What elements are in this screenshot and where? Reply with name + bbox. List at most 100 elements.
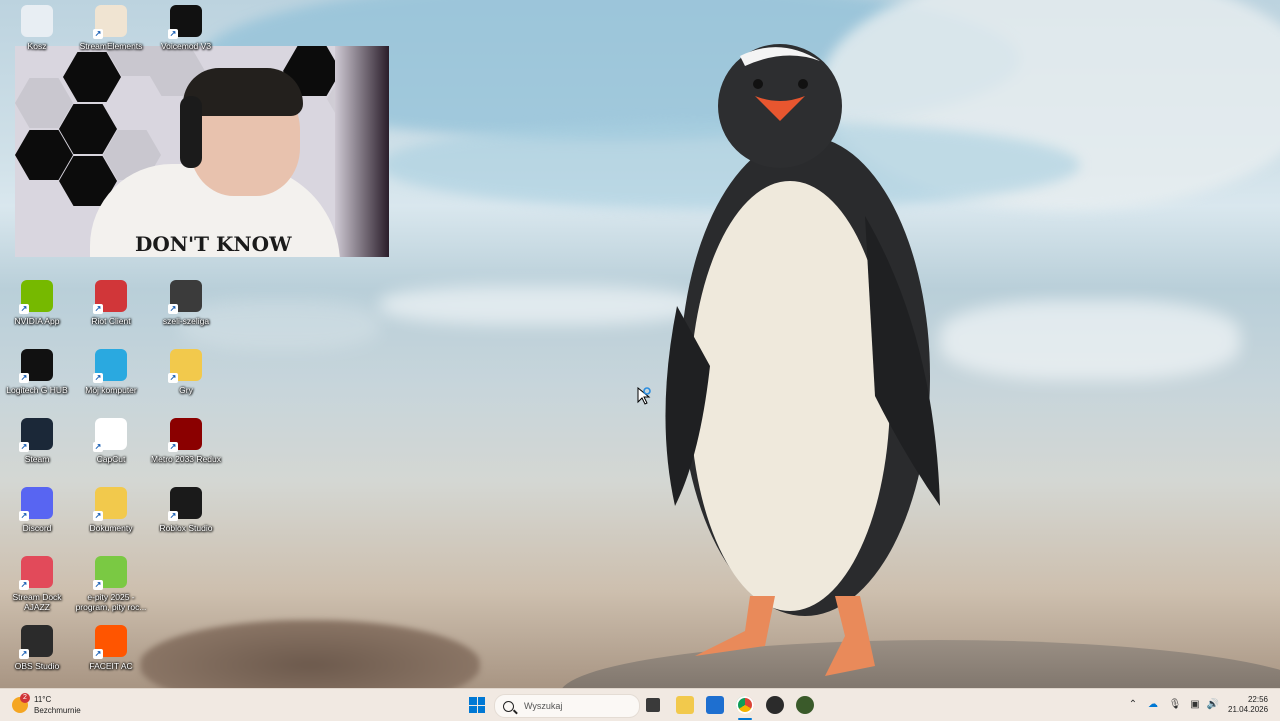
desktop-icon-streamelements[interactable]: ↗ StreamElements bbox=[74, 5, 148, 51]
shirt-text: DON'T KNOW bbox=[135, 232, 292, 256]
desktop-icon-label: szeli-szeliga bbox=[162, 316, 210, 326]
clock-time: 22:56 bbox=[1247, 695, 1268, 704]
headphones-icon bbox=[180, 96, 202, 168]
volume-icon[interactable]: 🔊 bbox=[1206, 698, 1220, 712]
streamelements-icon: ↗ bbox=[93, 5, 127, 39]
desktop-icon-label: Kosz bbox=[27, 41, 47, 51]
desktop-icon-label: Logitech G HUB bbox=[6, 385, 68, 395]
desktop-icon-roblox-studio[interactable]: ↗ Roblox Studio bbox=[149, 487, 223, 533]
roblox-studio-icon: ↗ bbox=[168, 487, 202, 521]
weather-temperature: 11°C bbox=[34, 695, 52, 704]
desktop-icon-label: NVIDIA App bbox=[14, 316, 60, 326]
wave-foam bbox=[940, 300, 1240, 380]
desktop-icon-label: Mój komputer bbox=[85, 385, 137, 395]
webcam-overlay: DON'T KNOW bbox=[15, 46, 389, 257]
search-placeholder: Wyszukaj bbox=[524, 701, 563, 711]
desktop-icon-metro[interactable]: ↗ Metro 2033 Redux bbox=[149, 418, 223, 464]
search-box[interactable]: Wyszukaj bbox=[494, 694, 640, 718]
weather-description: Bezchmurnie bbox=[34, 706, 81, 715]
obs-taskbar-icon[interactable] bbox=[766, 696, 784, 714]
metro-icon: ↗ bbox=[168, 418, 202, 452]
capcut-icon: ↗ bbox=[93, 418, 127, 452]
mouse-cursor-icon bbox=[637, 387, 651, 405]
shortcut-arrow-icon: ↗ bbox=[168, 29, 178, 39]
desktop-icon-label: Riot Client bbox=[91, 316, 131, 326]
riot-client-icon: ↗ bbox=[93, 280, 127, 314]
shortcut-arrow-icon: ↗ bbox=[93, 511, 103, 521]
computer-icon: ↗ bbox=[93, 349, 127, 383]
desktop-icon-steam[interactable]: ↗ Steam bbox=[0, 418, 74, 464]
stream-dock-icon: ↗ bbox=[19, 556, 53, 590]
desktop-icon-label: Voicemod V3 bbox=[160, 41, 212, 51]
file-explorer-icon[interactable] bbox=[676, 696, 694, 714]
desktop-icon-discord[interactable]: ↗ Discord bbox=[0, 487, 74, 533]
shortcut-arrow-icon: ↗ bbox=[93, 580, 103, 590]
task-view-icon[interactable] bbox=[646, 698, 660, 712]
wave-foam bbox=[380, 285, 700, 325]
shortcut-arrow-icon: ↗ bbox=[168, 511, 178, 521]
desktop-icon-label: Steam bbox=[24, 454, 50, 464]
shortcut-arrow-icon: ↗ bbox=[19, 649, 29, 659]
nvidia-icon: ↗ bbox=[19, 280, 53, 314]
voicemod-icon: ↗ bbox=[168, 5, 202, 39]
desktop-icon-recycle-bin[interactable]: Kosz bbox=[0, 5, 74, 51]
desktop-icon-label: StreamElements bbox=[79, 41, 143, 51]
shortcut-arrow-icon: ↗ bbox=[168, 373, 178, 383]
shortcut-arrow-icon: ↗ bbox=[93, 649, 103, 659]
notification-badge: 2 bbox=[20, 693, 30, 703]
shortcut-arrow-icon: ↗ bbox=[93, 442, 103, 452]
desktop-icon-logitech-g[interactable]: ↗ Logitech G HUB bbox=[0, 349, 74, 395]
rock-left bbox=[140, 620, 480, 688]
search-icon bbox=[503, 700, 514, 712]
taskbar: 2 11°C Bezchmurnie Wyszukaj ⌃ ☁ 🎙 ▣ 🔊 22… bbox=[0, 688, 1280, 721]
desktop-icon-riot-client[interactable]: ↗ Riot Client bbox=[74, 280, 148, 326]
shortcut-arrow-icon: ↗ bbox=[19, 442, 29, 452]
epity-icon: ↗ bbox=[93, 556, 127, 590]
discord-icon: ↗ bbox=[19, 487, 53, 521]
desktop-icon-label: Discord bbox=[22, 523, 52, 533]
desktop-icon-computer[interactable]: ↗ Mój komputer bbox=[74, 349, 148, 395]
desktop-icon-folder[interactable]: ↗ Gry bbox=[149, 349, 223, 395]
desktop-wallpaper: DON'T KNOW Kosz ↗ StreamElements ↗ Voicemod … bbox=[0, 0, 1280, 688]
start-button[interactable] bbox=[469, 697, 485, 713]
recycle-bin-icon bbox=[21, 5, 53, 37]
desktop-icon-obs[interactable]: ↗ OBS Studio bbox=[0, 625, 74, 671]
desktop-icon-voicemod[interactable]: ↗ Voicemod V3 bbox=[149, 5, 223, 51]
desktop-icon-capcut[interactable]: ↗ CapCut bbox=[74, 418, 148, 464]
app-taskbar-icon[interactable] bbox=[796, 696, 814, 714]
desktop-icon-documents-folder[interactable]: ↗ Dokumenty bbox=[74, 487, 148, 533]
chrome-icon[interactable] bbox=[736, 696, 754, 714]
desktop-icon-label: Gry bbox=[179, 385, 193, 395]
documents-folder-icon: ↗ bbox=[93, 487, 127, 521]
onedrive-icon[interactable]: ☁ bbox=[1146, 698, 1160, 712]
shortcut-arrow-icon: ↗ bbox=[168, 442, 178, 452]
desktop-icon-nvidia[interactable]: ↗ NVIDIA App bbox=[0, 280, 74, 326]
weather-widget[interactable]: 2 11°C Bezchmurnie bbox=[12, 693, 81, 717]
clock[interactable]: 22:56 21.04.2026 bbox=[1228, 695, 1268, 715]
shortcut-arrow-icon: ↗ bbox=[93, 304, 103, 314]
shortcut-arrow-icon: ↗ bbox=[168, 304, 178, 314]
desktop-icon-label: e-pity 2025 - program, pity roc... bbox=[75, 592, 147, 612]
desktop-icon-label: OBS Studio bbox=[14, 661, 60, 671]
faceit-icon: ↗ bbox=[93, 625, 127, 659]
shortcut-arrow-icon: ↗ bbox=[19, 304, 29, 314]
weather-sun-icon: 2 bbox=[12, 693, 30, 713]
windows-logo-icon bbox=[469, 697, 477, 705]
shortcut-arrow-icon: ↗ bbox=[19, 580, 29, 590]
chevron-up-icon[interactable]: ⌃ bbox=[1126, 698, 1140, 712]
obs-icon: ↗ bbox=[19, 625, 53, 659]
desktop-icon-label: Stream Dock AJAZZ bbox=[12, 592, 62, 612]
microsoft-store-icon[interactable] bbox=[706, 696, 724, 714]
desktop-icon-label: Roblox Studio bbox=[159, 523, 213, 533]
shortcut-arrow-icon: ↗ bbox=[19, 511, 29, 521]
penguin-image bbox=[665, 44, 940, 676]
microphone-icon[interactable]: 🎙 bbox=[1168, 698, 1182, 712]
desktop-icon-epity[interactable]: ↗ e-pity 2025 - program, pity roc... bbox=[74, 556, 148, 612]
steam-icon: ↗ bbox=[19, 418, 53, 452]
user-photo-icon: ↗ bbox=[168, 280, 202, 314]
desktop-icon-faceit[interactable]: ↗ FACEIT AC bbox=[74, 625, 148, 671]
desktop-icon-stream-dock[interactable]: ↗ Stream Dock AJAZZ bbox=[0, 556, 74, 612]
network-icon[interactable]: ▣ bbox=[1188, 698, 1202, 712]
desktop-icon-label: Metro 2033 Redux bbox=[151, 454, 221, 464]
desktop-icon-user-photo[interactable]: ↗ szeli-szeliga bbox=[149, 280, 223, 326]
